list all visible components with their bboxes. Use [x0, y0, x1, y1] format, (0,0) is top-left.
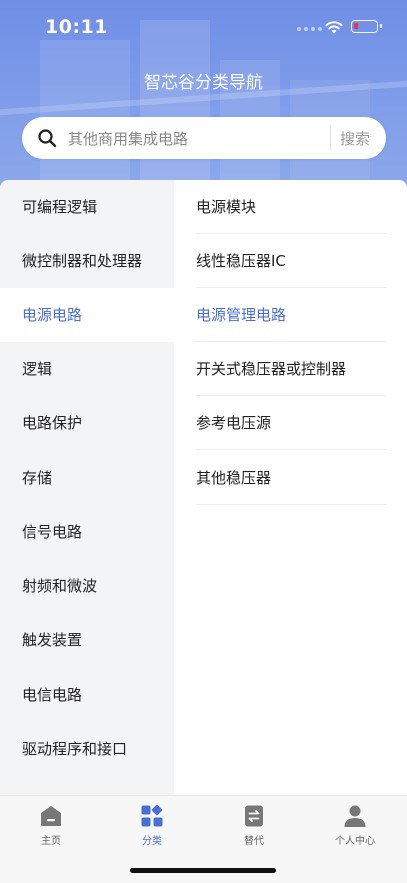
tab-profile[interactable]: 个人中心: [305, 804, 405, 847]
home-icon: [41, 806, 61, 826]
subcategory-item-active[interactable]: 电源管理电路: [196, 288, 386, 342]
left-menu-item[interactable]: 射频和微波: [0, 559, 174, 613]
tab-replace[interactable]: 替代: [204, 804, 304, 847]
tab-label: 分类: [142, 836, 162, 847]
search-divider: [330, 125, 331, 151]
cellular-signal-icon: [297, 27, 322, 31]
category-icon: [141, 804, 163, 827]
tab-category[interactable]: 分类: [102, 804, 202, 847]
home-indicator: [130, 868, 276, 873]
subcategory-item[interactable]: 线性稳压器IC: [196, 234, 386, 288]
tab-label: 替代: [244, 836, 264, 847]
category-panel: 可编程逻辑 微控制器和处理器 电源电路 逻辑 电路保护 存储 信号电路 射频和微…: [0, 180, 407, 795]
tab-label: 主页: [41, 836, 61, 847]
left-menu-item[interactable]: 电路保护: [0, 396, 174, 450]
primary-category-list: 可编程逻辑 微控制器和处理器 电源电路 逻辑 电路保护 存储 信号电路 射频和微…: [0, 180, 174, 795]
left-menu-item[interactable]: 驱动程序和接口: [0, 722, 174, 776]
tab-home[interactable]: 主页: [1, 804, 101, 847]
left-menu-item[interactable]: 存储: [0, 451, 174, 505]
left-menu-item[interactable]: 电信电路: [0, 668, 174, 722]
left-menu-item[interactable]: 信号电路: [0, 505, 174, 559]
subcategory-item[interactable]: 开关式稳压器或控制器: [196, 342, 386, 396]
subcategory-item[interactable]: 参考电压源: [196, 396, 386, 450]
search-input[interactable]: 其他商用集成电路: [68, 128, 188, 149]
search-button[interactable]: 搜索: [340, 128, 370, 149]
search-bar[interactable]: 其他商用集成电路 搜索: [22, 117, 386, 159]
battery-icon: [351, 20, 382, 33]
left-menu-item-active[interactable]: 电源电路: [0, 288, 174, 342]
subcategory-item[interactable]: 电源模块: [196, 180, 386, 234]
user-icon: [344, 805, 366, 827]
tab-label: 个人中心: [335, 836, 375, 847]
search-icon: [38, 129, 57, 148]
subcategory-item[interactable]: 其他稳压器: [196, 451, 386, 505]
left-menu-item[interactable]: 可编程逻辑: [0, 180, 174, 234]
subcategory-list: 电源模块 线性稳压器IC 电源管理电路 开关式稳压器或控制器 参考电压源 其他稳…: [174, 180, 407, 795]
swap-icon: [245, 805, 263, 827]
page-title: 智芯谷分类导航: [144, 73, 263, 93]
status-time: 10:11: [45, 16, 108, 38]
left-menu-item[interactable]: 逻辑: [0, 342, 174, 396]
wifi-icon: [325, 21, 343, 34]
left-menu-item[interactable]: 触发装置: [0, 613, 174, 667]
left-menu-item[interactable]: 微控制器和处理器: [0, 234, 174, 288]
status-bar: 10:11: [0, 0, 407, 54]
